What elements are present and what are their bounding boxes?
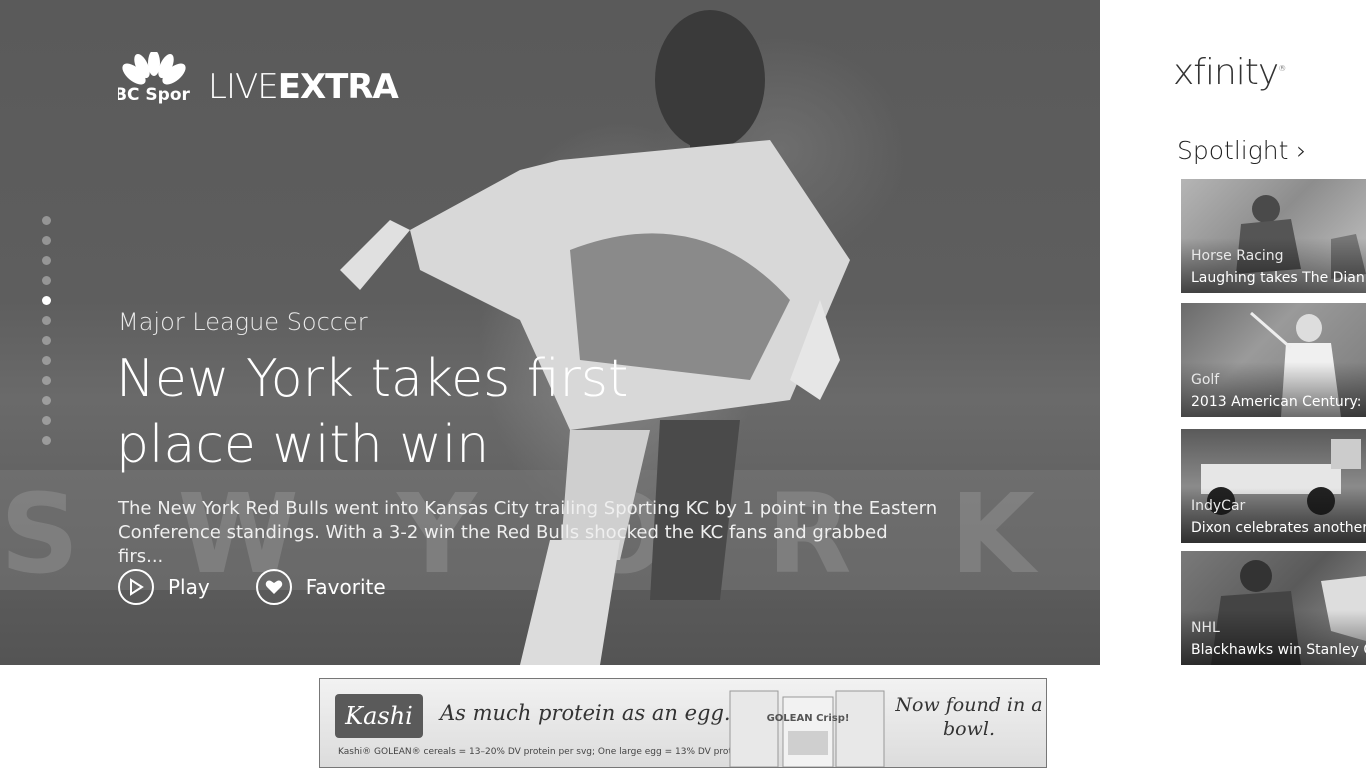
play-icon [118,569,154,605]
tile-category: NHL [1191,620,1220,636]
play-label: Play [168,575,210,599]
pager-dot[interactable] [42,376,51,385]
hero-summary: The New York Red Bulls went into Kansas … [118,498,938,567]
pager-dot[interactable] [42,256,51,265]
live-text: LIVE [208,67,279,107]
tile-category: Golf [1191,372,1220,388]
tile-category: Horse Racing [1191,248,1284,264]
spotlight-tile-nhl[interactable]: NHL Blackhawks win Stanley Cu [1181,551,1366,665]
pager-dot[interactable] [42,396,51,405]
favorite-button[interactable]: Favorite [255,569,386,605]
xfinity-logo-text: xfinity [1173,52,1279,93]
pager-dot[interactable] [42,276,51,285]
spotlight-tile-horse-racing[interactable]: Horse Racing Laughing takes The Dianna [1181,179,1366,293]
spotlight-header-link[interactable]: Spotlight › [1177,136,1306,165]
play-button[interactable]: Play [118,569,210,605]
hero-category: Major League Soccer [118,308,368,336]
kashi-ad-banner[interactable]: Kashi As much protein as an egg. Kashi® … [319,678,1047,768]
ad-closing: Now found in a bowl. [895,694,1043,740]
cereal-boxes-image: GOLEAN Crisp! [729,690,885,767]
tile-title: Laughing takes The Dianna [1191,270,1366,286]
nbc-peacock-icon: NBC Sports [118,52,190,105]
pager-dot[interactable] [42,356,51,365]
tile-title: Blackhawks win Stanley Cu [1191,642,1366,658]
tile-title: Dixon celebrates another ... [1191,520,1366,536]
spotlight-tile-indycar[interactable]: IndyCar Dixon celebrates another ... [1181,429,1366,543]
spotlight-tile-golf[interactable]: Golf 2013 American Century: ... [1181,303,1366,417]
pager-dot[interactable] [42,296,51,305]
favorite-label: Favorite [305,575,386,599]
pager-dot[interactable] [42,216,51,225]
xfinity-logo: xfinity® [1173,52,1286,93]
ad-fine-print: Kashi® GOLEAN® cereals = 13–20% DV prote… [338,747,746,757]
pager-dot[interactable] [42,416,51,425]
hero-actions: Play Favorite [118,569,432,605]
pager-dot[interactable] [42,336,51,345]
pager-dot[interactable] [42,436,51,445]
nbc-logo-text: NBC Sports [118,85,190,105]
heart-icon [255,569,292,605]
extra-text: EXTRA [277,67,399,107]
hero-headline: New York takes first place with win [116,349,629,475]
tile-title: 2013 American Century: ... [1191,394,1366,410]
kashi-logo: Kashi [335,694,423,738]
hero-banner[interactable]: S W Y O R K R E NBC Sports LIVEEXTRA Maj… [0,0,1100,665]
cereal-box-label: GOLEAN Crisp! [767,713,850,724]
live-extra-wordmark: LIVEEXTRA [208,67,399,107]
ad-tagline: As much protein as an egg. [440,701,731,725]
tile-category: IndyCar [1191,498,1246,514]
carousel-pager[interactable] [41,216,53,456]
nbc-sports-live-extra-logo: NBC Sports LIVEEXTRA [118,52,399,122]
pager-dot[interactable] [42,236,51,245]
pager-dot[interactable] [42,316,51,325]
